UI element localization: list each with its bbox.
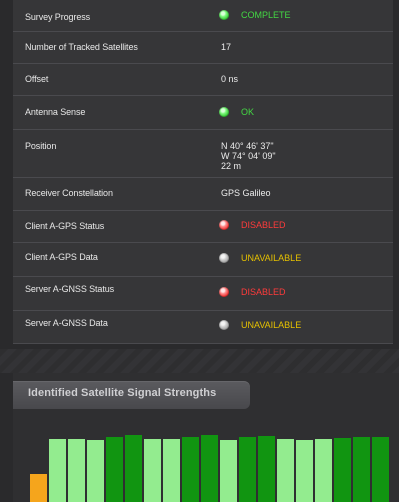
server-agnss-status-row: Server A-GNSS Status DISABLED [13, 276, 393, 311]
tracked-satellites-label: Number of Tracked Satellites [25, 42, 138, 52]
receiver-constellation-label: Receiver Constellation [25, 188, 113, 198]
satellite-signal-bar [315, 439, 332, 502]
position-latitude: N 40° 46' 37" [221, 141, 274, 151]
offset-label: Offset [25, 74, 49, 84]
survey-progress-row: Survey Progress COMPLETE [13, 0, 393, 32]
position-longitude: W 74° 04' 09" [221, 151, 276, 161]
server-agnss-status: DISABLED [219, 287, 286, 297]
position-row: Position N 40° 46' 37" W 74° 04' 09" 22 … [13, 129, 393, 178]
position-label: Position [25, 141, 57, 151]
satellite-signal-bar [163, 439, 180, 502]
receiver-status-table: Survey Progress COMPLETE Number of Track… [13, 0, 393, 344]
server-agnss-status-value: DISABLED [241, 287, 286, 297]
server-agnss-data-value: UNAVAILABLE [241, 320, 302, 330]
antenna-sense-label: Antenna Sense [25, 107, 86, 117]
tracked-satellites-row: Number of Tracked Satellites 17 [13, 31, 393, 64]
satellite-signal-bar [334, 438, 351, 502]
position-altitude: 22 m [221, 161, 242, 171]
server-agnss-status-label: Server A-GNSS Status [25, 284, 115, 294]
client-agps-data-value: UNAVAILABLE [241, 253, 302, 263]
satellite-signal-bar [125, 435, 142, 502]
gps-status-screen: Survey Progress COMPLETE Number of Track… [0, 0, 399, 502]
unavailable-status-icon [219, 320, 229, 330]
satellite-signal-bar [106, 437, 123, 502]
satellite-signal-bar [201, 435, 218, 502]
client-agps-status: DISABLED [219, 220, 286, 230]
satellite-signal-bar [258, 436, 275, 502]
satellite-signal-panel: Identified Satellite Signal Strengths [13, 373, 399, 502]
section-divider [0, 349, 399, 373]
unavailable-status-icon [219, 253, 229, 263]
receiver-constellation-value: GPS Galileo [221, 188, 271, 198]
server-agnss-data-row: Server A-GNSS Data UNAVAILABLE [13, 310, 393, 343]
satellite-signal-bar [182, 437, 199, 502]
client-agps-data-status: UNAVAILABLE [219, 253, 301, 263]
satellite-signal-bar [372, 437, 389, 502]
client-agps-status-label: Client A-GPS Status [25, 221, 105, 231]
survey-progress-value: COMPLETE [241, 10, 291, 20]
client-agps-status-value: DISABLED [241, 220, 286, 230]
server-agnss-data-label: Server A-GNSS Data [25, 318, 108, 328]
satellite-signal-bar [87, 440, 104, 502]
tracked-satellites-value: 17 [221, 42, 232, 52]
offset-row: Offset 0 ns [13, 63, 393, 96]
client-agps-status-row: Client A-GPS Status DISABLED [13, 210, 393, 243]
disabled-status-icon [219, 287, 229, 297]
ok-status-icon [219, 107, 229, 117]
client-agps-data-label: Client A-GPS Data [25, 252, 98, 262]
satellite-signal-bar [277, 439, 294, 502]
antenna-sense-value: OK [241, 107, 255, 117]
receiver-constellation-row: Receiver Constellation GPS Galileo [13, 177, 393, 211]
client-agps-data-row: Client A-GPS Data UNAVAILABLE [13, 242, 393, 277]
satellite-signal-bar [220, 440, 237, 502]
satellite-signal-bar [49, 439, 66, 502]
satellite-signal-bar [353, 437, 370, 502]
satellite-signal-bar [68, 439, 85, 502]
satellite-signal-bar [144, 439, 161, 502]
satellite-signal-bar-chart [30, 414, 399, 502]
complete-status-icon [219, 10, 229, 20]
satellite-signal-bar [239, 437, 256, 502]
chart-title: Identified Satellite Signal Strengths [28, 387, 217, 399]
antenna-sense-row: Antenna Sense OK [13, 95, 393, 130]
offset-value: 0 ns [221, 74, 239, 84]
disabled-status-icon [219, 220, 229, 230]
server-agnss-data-status: UNAVAILABLE [219, 320, 301, 330]
satellite-signal-bar [296, 440, 313, 502]
antenna-sense-status: OK [219, 107, 254, 117]
survey-progress-status: COMPLETE [219, 10, 291, 20]
survey-progress-label: Survey Progress [25, 12, 91, 22]
satellite-signal-bar [30, 474, 47, 502]
